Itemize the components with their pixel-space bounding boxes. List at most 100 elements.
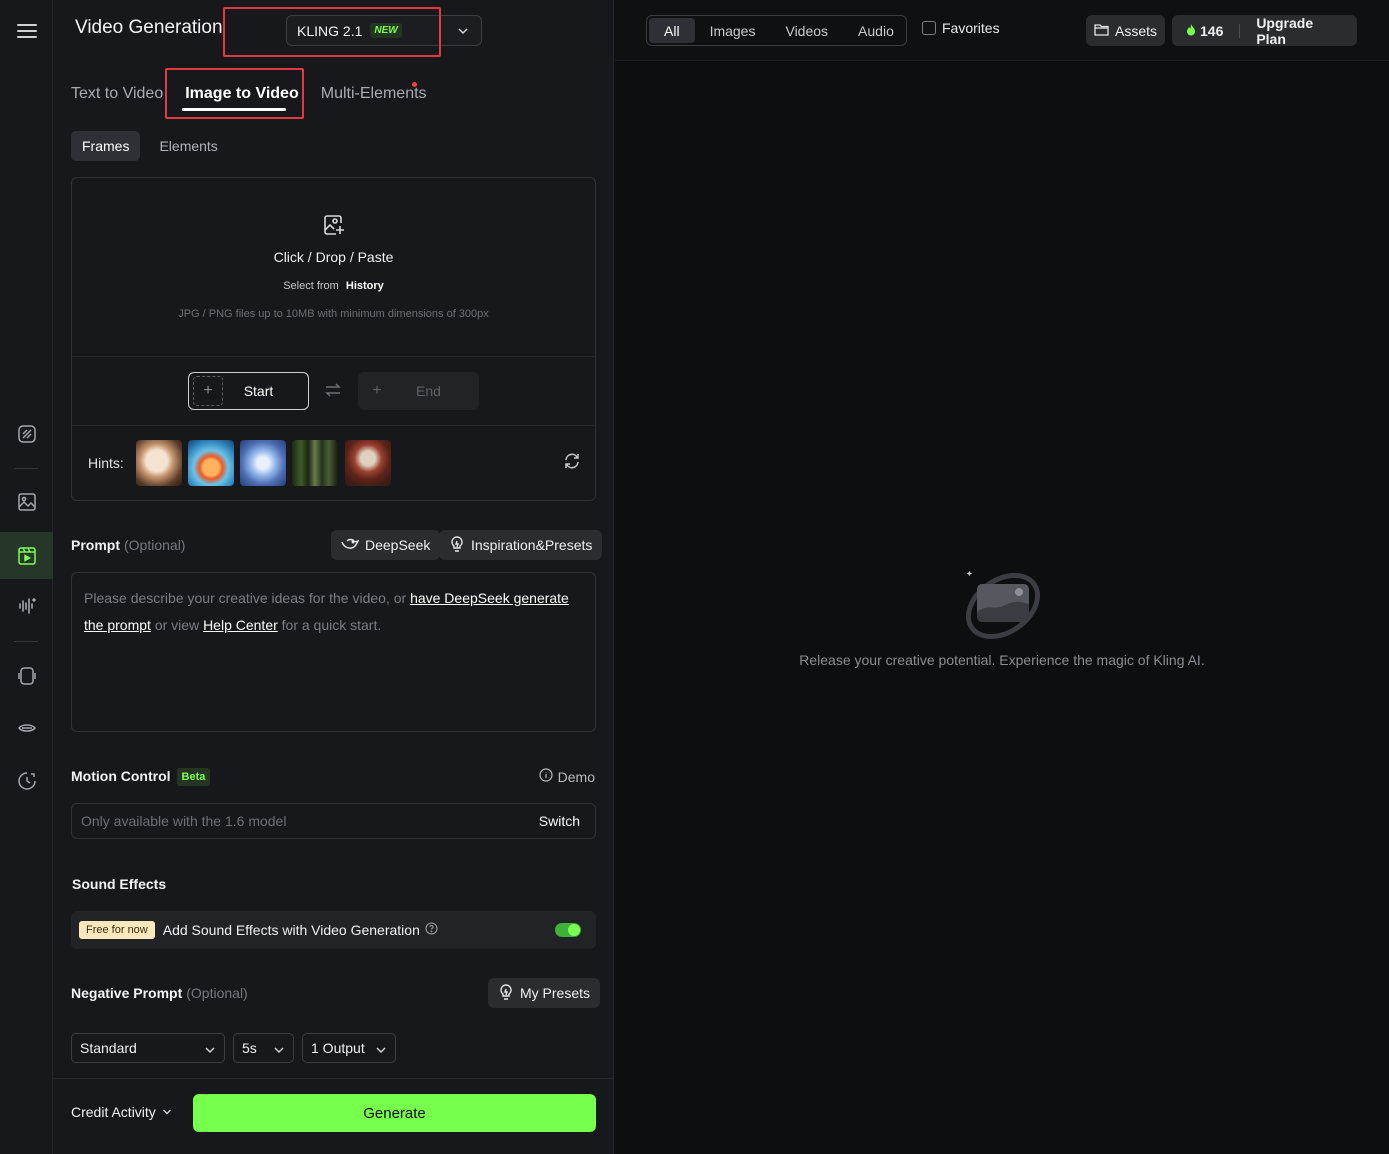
deepseek-label: DeepSeek: [365, 537, 431, 553]
chevron-down-icon: [204, 1043, 216, 1059]
credit-activity-label: Credit Activity: [71, 1104, 156, 1120]
duration-dropdown[interactable]: 5s: [233, 1033, 294, 1063]
my-presets-button[interactable]: My Presets: [488, 978, 601, 1008]
prompt-placeholder-1: Please describe your creative ideas for …: [84, 590, 411, 606]
upgrade-plan-label: Upgrade Plan: [1256, 14, 1314, 47]
chevron-down-icon: [457, 24, 469, 42]
assets-button[interactable]: Assets: [1086, 15, 1165, 46]
mode-value: Standard: [80, 1040, 137, 1056]
favorites-filter[interactable]: Favorites: [922, 20, 1000, 36]
mode-dropdown[interactable]: Standard: [71, 1033, 225, 1063]
demo-button[interactable]: Demo: [539, 768, 595, 785]
image-upload-area[interactable]: Click / Drop / Paste Select from History…: [71, 177, 596, 501]
filter-all[interactable]: All: [649, 18, 695, 43]
sound-effects-label: Sound Effects: [72, 876, 167, 892]
credit-flame-icon: [1186, 23, 1196, 39]
lip-sync-icon[interactable]: [0, 706, 53, 750]
credit-activity-button[interactable]: Credit Activity: [71, 1104, 172, 1120]
tab-multi-elements[interactable]: Multi-Elements: [321, 85, 427, 103]
filter-audio[interactable]: Audio: [843, 18, 909, 43]
divider: [72, 425, 595, 426]
plus-icon: +: [372, 382, 382, 399]
subtab-elements[interactable]: Elements: [148, 131, 228, 161]
prompt-placeholder-2: or view: [150, 617, 204, 633]
menu-icon[interactable]: [0, 9, 53, 53]
lightbulb-icon: [498, 983, 514, 1003]
favorites-label: Favorites: [942, 20, 1000, 36]
filter-videos[interactable]: Videos: [770, 18, 843, 43]
hint-thumbnail-1[interactable]: [136, 440, 182, 486]
notification-dot: [412, 82, 417, 87]
hint-thumbnail-4[interactable]: [292, 440, 338, 486]
lightbulb-icon: [449, 535, 465, 555]
negative-optional-text: (Optional): [186, 985, 248, 1001]
prompt-label-text: Prompt: [71, 537, 120, 553]
chevron-down-icon: [273, 1043, 285, 1059]
select-from-history: Select from History: [72, 280, 595, 292]
outputs-dropdown[interactable]: 1 Output: [302, 1033, 396, 1063]
inspiration-presets-label: Inspiration&Presets: [471, 537, 593, 553]
swap-frames-icon[interactable]: [324, 382, 342, 403]
start-frame-label: Start: [243, 383, 274, 399]
deepseek-icon: [341, 537, 360, 554]
prompt-optional-text: (Optional): [124, 537, 186, 553]
end-frame-button[interactable]: + End: [358, 372, 479, 410]
credits-upgrade-button[interactable]: 146 Upgrade Plan: [1172, 14, 1357, 47]
audio-generation-icon[interactable]: [0, 584, 53, 628]
image-generation-icon[interactable]: [0, 480, 53, 524]
generate-button[interactable]: Generate: [193, 1094, 596, 1132]
info-icon: [539, 768, 553, 785]
add-image-icon: [322, 213, 346, 242]
hint-thumbnail-3[interactable]: [240, 440, 286, 486]
demo-label: Demo: [557, 768, 595, 785]
frame-subtabs: Frames Elements: [71, 131, 229, 161]
start-frame-button[interactable]: + Start: [188, 372, 309, 410]
empty-state-message: Release your creative potential. Experie…: [799, 652, 1205, 668]
motion-control-field: Only available with the 1.6 model Switch: [71, 803, 596, 839]
favorites-checkbox[interactable]: [922, 21, 936, 35]
negative-prompt-label: Negative Prompt (Optional): [71, 985, 248, 1001]
results-toolbar: All Images Videos Audio Favorites Assets…: [615, 0, 1389, 61]
motion-control-placeholder: Only available with the 1.6 model: [81, 813, 287, 829]
sound-effects-description: Add Sound Effects with Video Generation: [162, 922, 420, 938]
file-requirements: JPG / PNG files up to 10MB with minimum …: [178, 308, 489, 320]
subtab-frames[interactable]: Frames: [71, 131, 141, 161]
tab-text-to-video[interactable]: Text to Video: [71, 85, 163, 103]
select-from-label: Select from: [283, 280, 339, 292]
upload-title: Click / Drop / Paste: [273, 249, 394, 265]
credit-balance: 146: [1200, 22, 1224, 39]
switch-model-button[interactable]: Switch: [539, 813, 580, 829]
negative-prompt-text: Negative Prompt: [71, 985, 183, 1001]
assets-label: Assets: [1114, 22, 1157, 39]
filter-images[interactable]: Images: [695, 18, 771, 43]
prompt-textarea[interactable]: Please describe your creative ideas for …: [71, 572, 596, 732]
chevron-down-icon: [375, 1043, 387, 1059]
footer-divider: [53, 1078, 614, 1079]
plus-icon: +: [193, 376, 223, 406]
help-icon[interactable]: [425, 922, 438, 938]
model-highlight-box: [223, 7, 441, 57]
inspiration-presets-button[interactable]: Inspiration&Presets: [439, 530, 603, 560]
refresh-hints-icon[interactable]: [563, 452, 581, 475]
duration-value: 5s: [242, 1040, 257, 1056]
sound-effects-text: Add Sound Effects with Video Generation: [163, 922, 438, 938]
hint-thumbnail-2[interactable]: [188, 440, 234, 486]
divider: [72, 356, 595, 357]
separator: [1239, 23, 1241, 38]
empty-state-illustration: [963, 566, 1043, 647]
history-icon[interactable]: [0, 759, 53, 803]
brush-tool-icon[interactable]: [0, 412, 53, 456]
chevron-down-icon: [162, 1104, 172, 1120]
deepseek-button[interactable]: DeepSeek: [331, 530, 441, 560]
sound-effects-row: Free for now Add Sound Effects with Vide…: [71, 911, 596, 949]
sound-effects-toggle[interactable]: [555, 923, 581, 937]
help-center-link[interactable]: Help Center: [203, 617, 278, 633]
video-generation-icon[interactable]: [0, 532, 53, 579]
history-link[interactable]: History: [346, 280, 384, 292]
hint-thumbnail-5[interactable]: [345, 440, 391, 486]
my-presets-label: My Presets: [520, 985, 591, 1001]
prompt-placeholder-3: for a quick start.: [277, 617, 382, 633]
end-frame-label: End: [416, 383, 441, 399]
rail-divider: [14, 468, 38, 469]
avatar-tool-icon[interactable]: [0, 654, 53, 698]
